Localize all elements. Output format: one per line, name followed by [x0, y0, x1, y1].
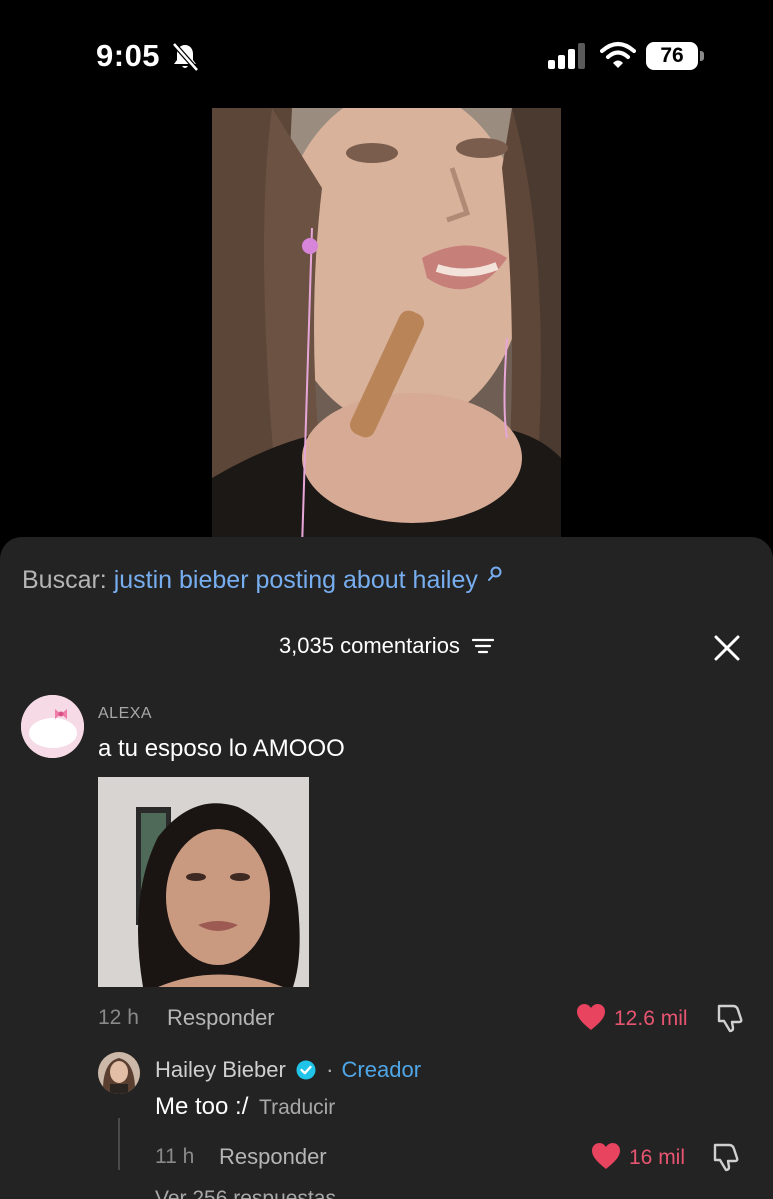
separator-dot: ·	[326, 1057, 334, 1082]
video-player[interactable]	[212, 108, 561, 548]
comments-sheet: Buscar: justin bieber posting about hail…	[0, 537, 773, 1199]
translate-button[interactable]: Traducir	[259, 1096, 335, 1119]
status-time: 9:05	[96, 38, 161, 73]
dislike-icon[interactable]	[715, 1003, 745, 1033]
battery-icon: 76	[646, 42, 706, 70]
status-bar: 9:05 76	[0, 0, 773, 108]
reply-text: Me too :/	[155, 1093, 249, 1120]
creator-avatar[interactable]	[98, 1052, 140, 1094]
comment-image[interactable]	[98, 777, 309, 987]
creator-label: Creador	[341, 1057, 422, 1082]
reply-text-row: Me too :/ Traducir	[155, 1093, 335, 1121]
filter-icon[interactable]	[472, 637, 495, 655]
bell-muted-icon	[172, 42, 199, 72]
battery-level: 76	[660, 44, 684, 67]
reply-username[interactable]: Hailey Bieber	[155, 1057, 286, 1082]
thread-line	[118, 1118, 120, 1170]
search-prefix: Buscar:	[22, 566, 107, 594]
comment-text: a tu esposo lo AMOOO	[98, 735, 345, 762]
search-icon	[487, 566, 502, 581]
cellular-signal-icon	[548, 43, 585, 69]
heart-icon[interactable]	[576, 1003, 606, 1031]
reply-header: Hailey Bieber · Creador	[155, 1057, 421, 1083]
reply-time: 11 h	[155, 1145, 195, 1168]
view-more-replies[interactable]: Ver 256 respuestas	[155, 1187, 336, 1199]
search-query-link[interactable]: justin bieber posting about hailey	[114, 566, 478, 594]
verified-badge-icon	[296, 1060, 316, 1080]
like-count: 12.6 mil	[614, 1007, 688, 1030]
related-search[interactable]: Buscar: justin bieber posting about hail…	[22, 566, 503, 595]
creator-avatar-image	[98, 1052, 140, 1094]
reply-like-count: 16 mil	[629, 1146, 686, 1169]
dislike-icon[interactable]	[711, 1142, 741, 1172]
reply-reply-button[interactable]: Responder	[219, 1144, 327, 1170]
reply-button[interactable]: Responder	[167, 1005, 275, 1031]
comments-count: 3,035 comentarios	[278, 633, 460, 659]
comment-username[interactable]: ALEXA	[98, 705, 152, 723]
avatar[interactable]	[21, 695, 84, 758]
wifi-icon	[600, 42, 636, 68]
heart-icon[interactable]	[591, 1142, 621, 1170]
hello-kitty-avatar-icon	[21, 695, 84, 758]
comments-header: 3,035 comentarios	[0, 632, 773, 659]
close-icon[interactable]	[713, 634, 741, 662]
video-frame-image	[212, 108, 561, 548]
comment-time: 12 h	[98, 1006, 139, 1029]
reaction-photo	[98, 777, 309, 987]
